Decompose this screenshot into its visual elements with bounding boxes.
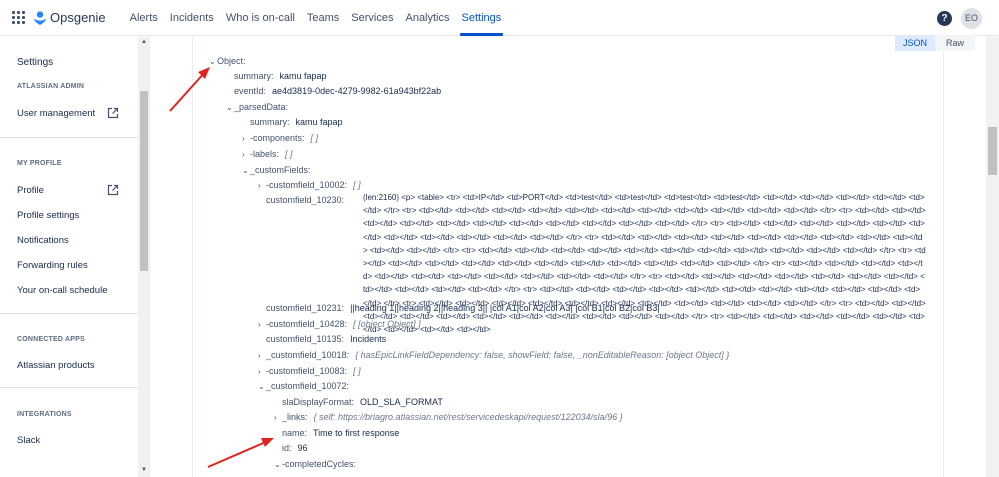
section-integrations: INTEGRATIONS	[17, 411, 72, 418]
opsgenie-logo-icon	[34, 10, 46, 25]
customfield-10230-value: (len:2160) <p> <table> <tr> <td>IP</td> …	[363, 193, 926, 335]
tree-node-labels[interactable]: › -labels:[ ]	[242, 149, 293, 160]
raw-tab[interactable]: Raw	[935, 35, 975, 51]
tree-node-customfield-10428[interactable]: › -customfield_10428:[ [object Object] ]	[258, 319, 421, 330]
settings-sidebar: Settings ATLASSIAN ADMIN User management…	[0, 37, 150, 477]
app-switcher-icon[interactable]	[12, 10, 26, 25]
tree-node-customfields[interactable]: ⌄_customFields:	[242, 165, 311, 176]
section-connected-apps: CONNECTED APPS	[17, 336, 85, 343]
external-link-icon[interactable]	[107, 107, 119, 119]
tree-row-customfield-10135: customfield_10135: Incidents	[266, 334, 387, 344]
sidebar-divider	[0, 387, 138, 388]
sidebar-item-profile[interactable]: Profile	[17, 185, 44, 196]
nav-menu: Alerts Incidents Who is on-call Teams Se…	[124, 0, 508, 36]
chevron-right-icon[interactable]: ›	[274, 412, 282, 423]
annotation-arrow-icon	[169, 67, 210, 112]
nav-incidents[interactable]: Incidents	[164, 0, 220, 36]
payload-viewer: JSON Raw ⌄Object: summary: kamu fapap eve…	[192, 35, 975, 477]
annotation-arrow-icon	[207, 438, 274, 468]
chevron-right-icon[interactable]: ›	[258, 319, 266, 330]
tree-node-customfield-10002[interactable]: › -customfield_10002:[ ]	[258, 180, 361, 191]
main-scrollbar-thumb[interactable]	[988, 127, 997, 175]
main-scrollbar[interactable]	[986, 37, 999, 477]
tree-node-links[interactable]: › _links:{ self: https://briagro.atlassia…	[274, 412, 623, 423]
chevron-down-icon[interactable]: ⌄	[258, 381, 266, 392]
help-icon[interactable]: ?	[937, 11, 952, 26]
tree-row-name: name: Time to first response	[282, 428, 400, 438]
tree-node-object[interactable]: ⌄Object:	[209, 56, 246, 67]
brand-name: Opsgenie	[50, 10, 106, 25]
tree-node-completed-cycles[interactable]: ⌄-completedCycles:	[274, 459, 356, 470]
avatar[interactable]: EO	[961, 8, 982, 29]
scroll-up-arrow-icon[interactable]: ▲	[138, 37, 149, 47]
opsgenie-logo[interactable]: Opsgenie	[34, 10, 106, 25]
json-tab[interactable]: JSON	[895, 35, 935, 51]
chevron-right-icon[interactable]: ›	[258, 350, 266, 361]
nav-teams[interactable]: Teams	[301, 0, 345, 36]
chevron-right-icon[interactable]: ›	[258, 366, 266, 377]
sidebar-item-slack[interactable]: Slack	[17, 435, 40, 446]
tree-row-parsed-summary: summary: kamu fapap	[250, 117, 343, 127]
sidebar-item-forwarding-rules[interactable]: Forwarding rules	[17, 260, 88, 271]
nav-settings[interactable]: Settings	[456, 0, 508, 36]
chevron-down-icon[interactable]: ⌄	[242, 165, 250, 176]
tree-node-customfield-10018[interactable]: › _customfield_10018:{ hasEpicLinkFieldDe…	[258, 350, 729, 361]
main-content: JSON Raw ⌄Object: summary: kamu fapap eve…	[150, 35, 999, 477]
chevron-right-icon[interactable]: ›	[242, 149, 250, 160]
nav-alerts[interactable]: Alerts	[124, 0, 164, 36]
scroll-down-arrow-icon[interactable]: ▼	[138, 465, 149, 475]
sidebar-divider	[0, 313, 138, 314]
tree-node-parseddata[interactable]: ⌄_parsedData:	[226, 102, 288, 113]
section-my-profile: MY PROFILE	[17, 160, 62, 167]
nav-analytics[interactable]: Analytics	[399, 0, 455, 36]
tree-row-customfield-10231: customfield_10231: ||heading 1||heading 2…	[266, 303, 660, 313]
tree-node-customfield-10072[interactable]: ⌄_customfield_10072:	[258, 381, 349, 392]
tree-row-sla-display-format: slaDisplayFormat: OLD_SLA_FORMAT	[282, 397, 443, 407]
tree-row-id: id: 96	[282, 443, 308, 453]
chevron-right-icon[interactable]: ›	[242, 133, 250, 144]
tree-row-summary: summary: kamu fapap	[234, 71, 327, 81]
chevron-right-icon[interactable]: ›	[258, 180, 266, 191]
sidebar-item-notifications[interactable]: Notifications	[17, 235, 69, 246]
sidebar-scrollbar[interactable]: ▲ ▼	[138, 37, 149, 477]
top-navigation: Opsgenie Alerts Incidents Who is on-call…	[0, 0, 999, 36]
section-atlassian-admin: ATLASSIAN ADMIN	[17, 83, 85, 90]
sidebar-title: Settings	[17, 57, 54, 68]
sidebar-scrollbar-thumb[interactable]	[140, 91, 148, 271]
sidebar-divider	[0, 137, 138, 138]
tree-row-eventid: eventId: ae4d3819-0dec-4279-9982-61a943bf…	[234, 86, 442, 96]
nav-who-is-on-call[interactable]: Who is on-call	[220, 0, 301, 36]
chevron-down-icon[interactable]: ⌄	[226, 102, 234, 113]
sidebar-item-user-management[interactable]: User management	[17, 108, 95, 119]
external-link-icon[interactable]	[107, 184, 119, 196]
tree-node-customfield-10083[interactable]: › -customfield_10083:[ ]	[258, 366, 361, 377]
view-toggle: JSON Raw	[895, 35, 975, 51]
sidebar-item-on-call-schedule[interactable]: Your on-call schedule	[17, 285, 108, 296]
sidebar-item-profile-settings[interactable]: Profile settings	[17, 210, 79, 221]
nav-services[interactable]: Services	[345, 0, 399, 36]
tree-row-customfield-10230: customfield_10230:	[266, 195, 345, 205]
tree-node-components[interactable]: › -components:[ ]	[242, 133, 318, 144]
sidebar-item-atlassian-products[interactable]: Atlassian products	[17, 360, 95, 371]
